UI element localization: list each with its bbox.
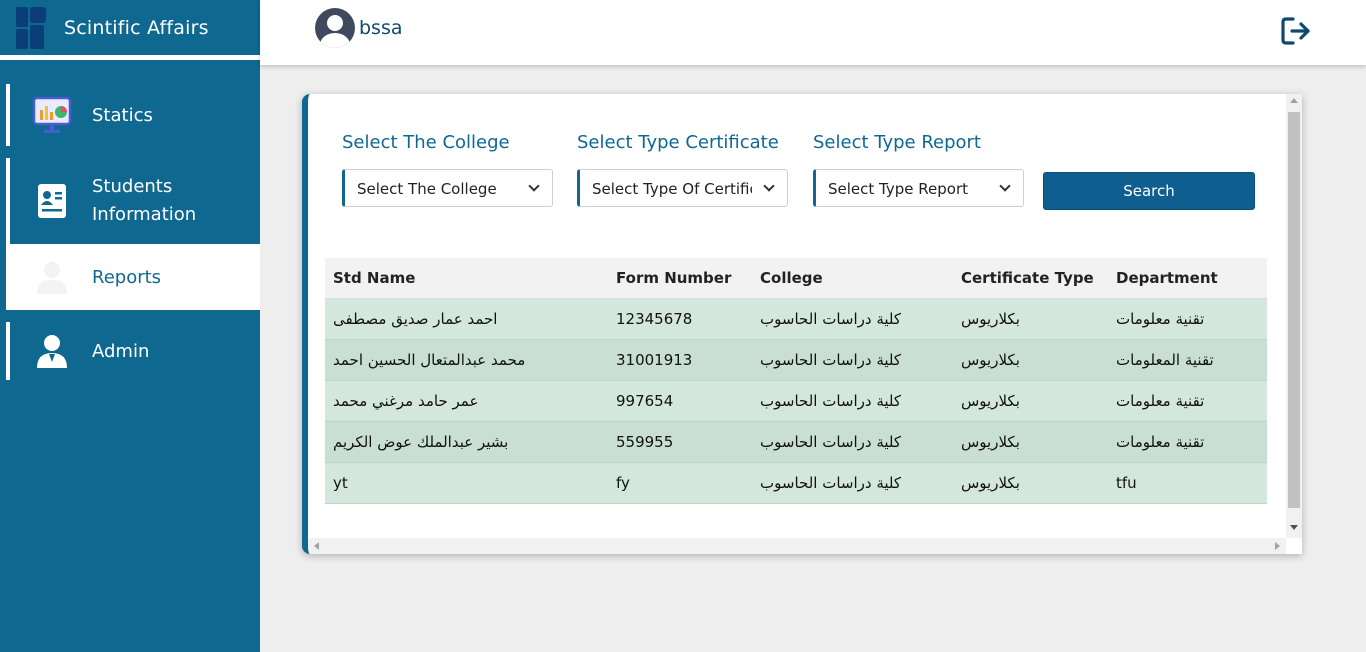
scroll-left-icon[interactable]	[314, 542, 319, 550]
table-row[interactable]: بشير عبدالملك عوض الكريم 559955 كلية درا…	[325, 421, 1267, 463]
table-row[interactable]: yt fy كلية دراسات الحاسوب بكلاريوس tfu	[325, 462, 1267, 504]
std-name-cell: عمر حامد مرغني محمد	[325, 380, 608, 422]
app-title: Scintific Affairs	[64, 16, 209, 39]
scroll-right-icon[interactable]	[1275, 542, 1280, 550]
college-cell: كلية دراسات الحاسوب	[752, 298, 953, 340]
college-filter: Select The College	[342, 132, 510, 153]
report-type-select[interactable]: Select Type Report	[813, 169, 1024, 207]
college-cell: كلية دراسات الحاسوب	[752, 339, 953, 381]
college-filter-label: Select The College	[342, 132, 510, 153]
chevron-down-icon	[528, 180, 540, 192]
table-row[interactable]: احمد عمار صديق مصطفى 12345678 كلية دراسا…	[325, 298, 1267, 340]
scroll-up-icon[interactable]	[1290, 98, 1298, 103]
form-number-cell: 12345678	[608, 298, 752, 340]
scroll-down-icon[interactable]	[1290, 525, 1298, 530]
form-number-cell: 31001913	[608, 339, 752, 381]
chevron-down-icon	[763, 180, 775, 192]
admin-user-icon	[30, 329, 74, 373]
sidebar-item-reports[interactable]: Reports	[0, 244, 260, 310]
sidebar-item-students-information[interactable]: Students Information	[6, 158, 260, 244]
sidebar-item-label: Reports	[92, 266, 162, 288]
avatar	[315, 8, 355, 48]
certificate-type-select[interactable]: Select Type Of Certificate	[577, 169, 788, 207]
sidebar: Scintific Affairs Statics Students Infor…	[0, 0, 260, 652]
report-select-value: Select Type Report	[828, 180, 968, 198]
std-name-cell: محمد عبدالمتعال الحسين احمد	[325, 339, 608, 381]
table-row[interactable]: محمد عبدالمتعال الحسين احمد 31001913 كلي…	[325, 339, 1267, 381]
report-card: Select The College Select The College Se…	[302, 94, 1302, 554]
sidebar-item-label: Admin	[92, 340, 150, 362]
certificate-type-cell: بكلاريوس	[953, 421, 1108, 463]
department-cell: تقنية معلومات	[1108, 298, 1267, 340]
sidebar-item-admin[interactable]: Admin	[6, 322, 260, 380]
table-row[interactable]: عمر حامد مرغني محمد 997654 كلية دراسات ا…	[325, 380, 1267, 422]
college-select[interactable]: Select The College	[342, 169, 553, 207]
column-header[interactable]: College	[752, 258, 953, 299]
certificate-select-value: Select Type Of Certificate	[592, 180, 752, 198]
std-name-cell: yt	[325, 462, 608, 504]
certificate-type-cell: بكلاريوس	[953, 298, 1108, 340]
college-cell: كلية دراسات الحاسوب	[752, 380, 953, 422]
certificate-filter: Select Type Certificate	[577, 132, 779, 153]
column-header[interactable]: Department	[1108, 258, 1267, 299]
std-name-cell: بشير عبدالملك عوض الكريم	[325, 421, 608, 463]
table-header-row: Std Name Form Number College Certificate…	[325, 258, 1267, 299]
report-filter-label: Select Type Report	[813, 132, 981, 153]
form-number-cell: fy	[608, 462, 752, 504]
logout-icon[interactable]	[1280, 15, 1312, 47]
user-icon	[30, 255, 74, 299]
sidebar-item-label: Statics	[92, 104, 153, 126]
college-select-value: Select The College	[357, 180, 497, 198]
column-header[interactable]: Std Name	[325, 258, 608, 299]
presentation-chart-icon	[30, 93, 74, 137]
column-header[interactable]: Certificate Type	[953, 258, 1108, 299]
form-number-cell: 559955	[608, 421, 752, 463]
certificate-type-cell: بكلاريوس	[953, 380, 1108, 422]
report-filter: Select Type Report	[813, 132, 981, 153]
app-logo-icon	[16, 6, 58, 49]
search-button[interactable]: Search	[1043, 172, 1255, 210]
reports-table: Std Name Form Number College Certificate…	[325, 258, 1267, 504]
id-card-icon	[30, 179, 74, 223]
std-name-cell: احمد عمار صديق مصطفى	[325, 298, 608, 340]
column-header[interactable]: Form Number	[608, 258, 752, 299]
form-number-cell: 997654	[608, 380, 752, 422]
department-cell: تقنية معلومات	[1108, 380, 1267, 422]
chevron-down-icon	[999, 180, 1011, 192]
sidebar-item-statics[interactable]: Statics	[6, 84, 260, 146]
sidebar-item-label: Students Information	[92, 176, 197, 225]
username: bssa	[359, 17, 403, 39]
certificate-filter-label: Select Type Certificate	[577, 132, 779, 153]
sidebar-nav: Statics Students Information Reports Adm…	[0, 84, 260, 380]
vertical-scrollbar[interactable]	[1286, 94, 1302, 538]
scrollbar-thumb[interactable]	[1288, 112, 1300, 508]
brand: Scintific Affairs	[0, 0, 260, 60]
user-menu[interactable]: bssa	[315, 8, 403, 48]
certificate-type-cell: بكلاريوس	[953, 462, 1108, 504]
college-cell: كلية دراسات الحاسوب	[752, 421, 953, 463]
department-cell: تقنية المعلومات	[1108, 339, 1267, 381]
department-cell: tfu	[1108, 462, 1267, 504]
college-cell: كلية دراسات الحاسوب	[752, 462, 953, 504]
horizontal-scrollbar[interactable]	[308, 538, 1286, 554]
department-cell: تقنية معلومات	[1108, 421, 1267, 463]
certificate-type-cell: بكلاريوس	[953, 339, 1108, 381]
topbar: bssa	[260, 0, 1366, 65]
